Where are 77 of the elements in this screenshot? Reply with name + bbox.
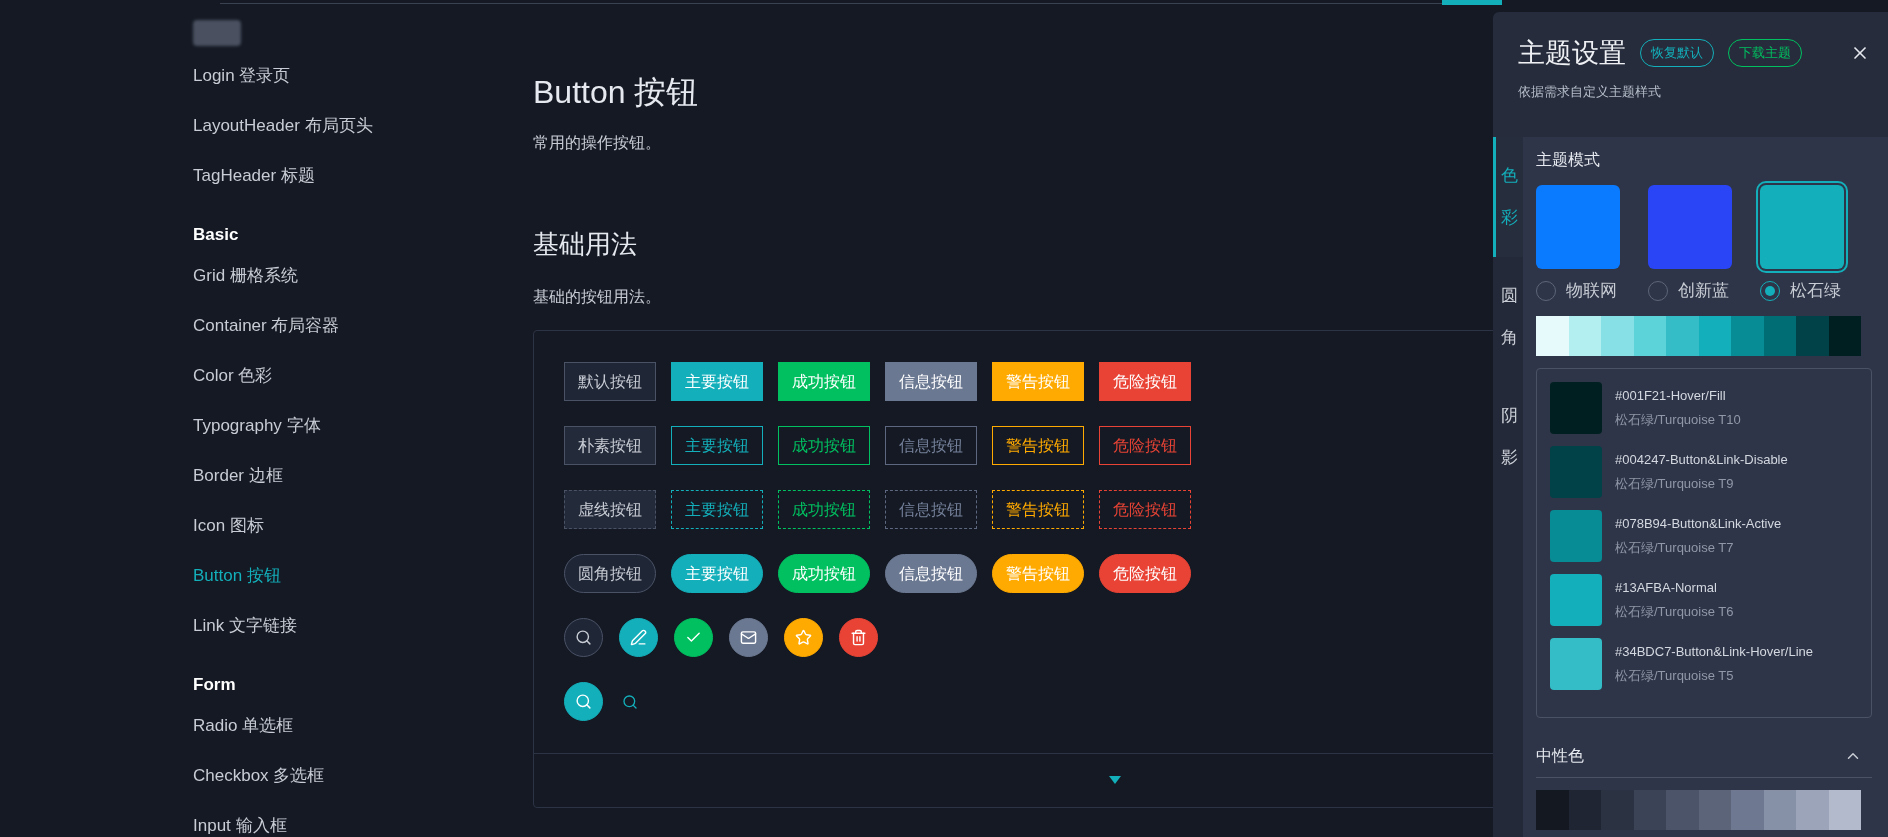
demo-button[interactable]: 危险按钮 (1099, 362, 1191, 401)
sidebar-item[interactable]: Color 色彩 (193, 363, 273, 389)
color-name: #13AFBA-Normal (1615, 579, 1718, 597)
icon-button[interactable] (729, 618, 768, 657)
sidebar-item[interactable]: Button 按钮 (193, 563, 281, 589)
icon-button[interactable] (619, 618, 658, 657)
demo-button[interactable]: 成功按钮 (778, 426, 870, 465)
sidebar-item[interactable]: Checkbox 多选框 (193, 763, 325, 789)
search-icon (575, 629, 592, 646)
sidebar-item[interactable]: TagHeader 标题 (193, 163, 315, 189)
side-tab[interactable]: 阴影 (1493, 377, 1523, 497)
radio-label: 创新蓝 (1678, 280, 1729, 302)
drawer-title: 主题设置 (1518, 37, 1626, 70)
demo-button[interactable]: 信息按钮 (885, 362, 977, 401)
icon-button[interactable] (564, 682, 603, 721)
envelope-icon (740, 629, 757, 646)
search-icon (575, 693, 592, 710)
demo-button[interactable]: 朴素按钮 (564, 426, 656, 465)
section-heading: 中性色 (1536, 746, 1584, 766)
sidebar-heading: Form (193, 674, 236, 697)
sidebar-item[interactable]: Grid 栅格系统 (193, 263, 298, 289)
section-title: 基础用法 (533, 228, 637, 261)
color-name: #078B94-Button&Link-Active (1615, 515, 1782, 533)
sidebar-item[interactable]: Link 文字链接 (193, 613, 297, 639)
demo-button[interactable]: 信息按钮 (885, 490, 977, 529)
demo-button[interactable]: 信息按钮 (885, 554, 977, 593)
color-level: 松石绿/Turquoise T5 (1615, 666, 1735, 685)
page-title: Button 按钮 (533, 73, 699, 112)
demo-button[interactable]: 圆角按钮 (564, 554, 656, 593)
icon-button[interactable] (784, 618, 823, 657)
demo-button[interactable]: 警告按钮 (992, 490, 1084, 529)
sidebar-heading: Basic (193, 224, 239, 247)
color-name: #004247-Button&Link-Disable (1615, 451, 1788, 469)
logo-icon (193, 20, 241, 46)
sidebar-item[interactable]: Typography 字体 (193, 413, 321, 439)
section-description: 基础的按钮用法。 (533, 287, 661, 307)
star-icon (795, 629, 812, 646)
color-level: 松石绿/Turquoise T7 (1615, 538, 1735, 557)
section-heading: 主题模式 (1536, 150, 1600, 170)
active-indicator (1442, 0, 1502, 5)
demo-button[interactable]: 默认按钮 (564, 362, 656, 401)
demo-button[interactable]: 主要按钮 (671, 426, 763, 465)
demo-button[interactable]: 危险按钮 (1099, 554, 1191, 593)
sidebar-item[interactable]: LayoutHeader 布局页头 (193, 113, 373, 139)
color-name: #001F21-Hover/Fill (1615, 387, 1727, 405)
icon-button[interactable] (564, 618, 603, 657)
theme-swatch[interactable] (1648, 185, 1732, 269)
pencil-icon (630, 629, 647, 646)
demo-button[interactable]: 危险按钮 (1099, 426, 1191, 465)
demo-button[interactable]: 主要按钮 (671, 490, 763, 529)
demo-button[interactable]: 信息按钮 (885, 426, 977, 465)
color-name: #34BDC7-Button&Link-Hover/Line (1615, 643, 1813, 661)
theme-swatch[interactable] (1536, 185, 1620, 269)
radio-label: 松石绿 (1790, 280, 1841, 302)
side-tab[interactable]: 圆角 (1493, 257, 1523, 377)
demo-button[interactable]: 成功按钮 (778, 490, 870, 529)
color-level: 松石绿/Turquoise T10 (1615, 410, 1741, 429)
color-level: 松石绿/Turquoise T9 (1615, 474, 1735, 493)
icon-button[interactable] (674, 618, 713, 657)
demo-button[interactable]: 危险按钮 (1099, 490, 1191, 529)
icon-button[interactable] (839, 618, 878, 657)
caret-down-icon[interactable] (1109, 776, 1121, 784)
sidebar-item[interactable]: Icon 图标 (193, 513, 264, 539)
page-description: 常用的操作按钮。 (533, 133, 661, 153)
sidebar-item[interactable]: Login 登录页 (193, 63, 291, 89)
sidebar-item[interactable]: Container 布局容器 (193, 313, 340, 339)
sidebar-item[interactable]: Input 输入框 (193, 813, 287, 837)
demo-button[interactable]: 虚线按钮 (564, 490, 656, 529)
demo-button[interactable]: 警告按钮 (992, 426, 1084, 465)
side-tab[interactable]: 色彩 (1493, 137, 1523, 257)
color-level: 松石绿/Turquoise T6 (1615, 602, 1734, 621)
search-icon (622, 693, 638, 710)
sidebar-item[interactable]: Radio 单选框 (193, 713, 294, 739)
trash-icon (850, 629, 867, 646)
sidebar-item[interactable]: Border 边框 (193, 463, 283, 489)
drawer-subtitle: 依据需求自定义主题样式 (1518, 83, 1661, 101)
radio-label: 物联网 (1566, 280, 1617, 302)
